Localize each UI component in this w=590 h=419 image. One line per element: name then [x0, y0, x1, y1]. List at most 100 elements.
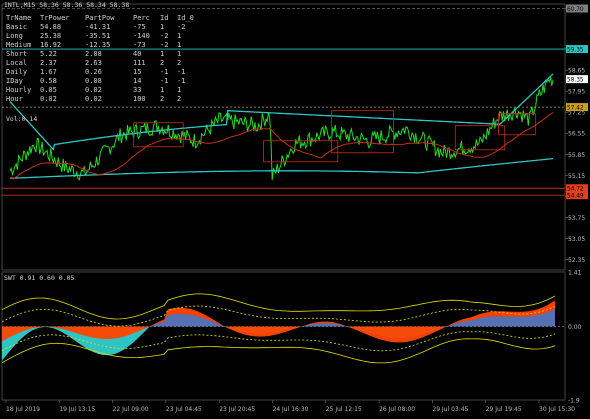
price-axis-label: 55.85	[568, 152, 585, 159]
table-cell: 5.22	[40, 50, 57, 58]
table-row: Medium 16.92 -12.35 -73 -2 1	[6, 41, 199, 50]
table-cell: 54.88	[40, 23, 62, 31]
table-cell: -2	[160, 41, 169, 49]
table-cell: 1	[177, 50, 182, 58]
price-axis-label: 58.65	[568, 68, 585, 75]
table-cell: 111	[133, 59, 146, 67]
table-cell: TrPower	[40, 14, 70, 22]
table-cell: 14	[133, 77, 142, 85]
table-cell: 16.92	[40, 41, 62, 49]
table-cell: -1	[177, 77, 186, 85]
table-cell: Long	[6, 32, 23, 40]
table-cell: 0.05	[40, 86, 57, 94]
table-cell: Id_0	[177, 14, 194, 22]
symbol-title: INTL,M15 58.36 58.36 58.34 58.38	[4, 1, 129, 9]
table-cell: 15	[133, 68, 142, 76]
table-cell: 1	[160, 23, 165, 31]
table-cell: 0.08	[85, 77, 102, 85]
table-cell: 0.26	[85, 68, 102, 76]
table-cell: 1.67	[40, 68, 57, 76]
price-axis-label: 55.15	[568, 173, 585, 180]
table-cell: Perc	[133, 14, 150, 22]
table-cell: Daily	[6, 68, 28, 76]
table-cell: 1	[177, 86, 182, 94]
table-row: Basic 54.88 -41.31 -75 1 -2	[6, 23, 199, 32]
table-cell: 0.02	[40, 95, 57, 103]
table-cell: -73	[133, 41, 146, 49]
table-row: Daily 1.67 0.26 15 -1 -1	[6, 68, 199, 77]
time-axis-label: 30 Jul 15:30	[539, 406, 575, 413]
table-cell: Medium	[6, 41, 32, 49]
table-cell: 0.02	[85, 86, 102, 94]
table-cell: -35.51	[85, 32, 111, 40]
table-cell: 2	[177, 59, 182, 67]
table-cell: Hourly	[6, 86, 32, 94]
table-cell: Hour	[6, 95, 23, 103]
time-axis-label: 23 Jul 04:45	[166, 406, 202, 413]
indicator-axis-label: 1.41	[568, 270, 582, 277]
indicator-axis-label: -1.9	[568, 398, 580, 405]
table-cell: 0.02	[85, 95, 102, 103]
table-cell: Short	[6, 50, 28, 58]
time-axis-label: 29 Jul 19:45	[486, 406, 522, 413]
price-tag-label: 60.70	[567, 7, 584, 13]
time-axis-label: 26 Jul 08:00	[379, 406, 415, 413]
band-upper	[1, 293, 556, 320]
table-cell: 2	[160, 95, 165, 103]
table-cell: -41.31	[85, 23, 111, 31]
trend-power-table: TrName TrPower PartPow Perc Id Id_0 Basic 54.88…	[6, 14, 199, 104]
price-tag-label: 57.42	[567, 105, 584, 111]
table-cell: TrName	[6, 14, 32, 22]
table-header: TrName TrPower PartPow Perc Id Id_0	[6, 14, 199, 23]
table-row: IDay 0.58 0.08 14 -1 -1	[6, 77, 199, 86]
table-cell: 1	[177, 32, 182, 40]
price-tag-label: 54.49	[567, 193, 584, 199]
price-tag-label: 59.35	[567, 47, 584, 53]
time-axis-label: 23 Jul 20:45	[219, 406, 255, 413]
indicator-title: SWT 0.91 0.60 0.05	[4, 274, 75, 282]
table-cell: 25.38	[40, 32, 62, 40]
table-cell: -1	[177, 68, 186, 76]
table-cell: 40	[133, 50, 142, 58]
time-axis-label: 24 Jul 16:30	[273, 406, 309, 413]
table-cell: 100	[133, 95, 146, 103]
table-cell: -2	[177, 23, 186, 31]
time-axis-label: 29 Jul 03:45	[432, 406, 468, 413]
price-axis-label: 52.35	[568, 257, 585, 264]
table-cell: 1	[160, 50, 165, 58]
table-cell: -140	[133, 32, 150, 40]
price-tag-label: 58.35	[567, 77, 584, 83]
table-cell: -1	[160, 77, 169, 85]
table-row: Hourly 0.05 0.02 33 1 1	[6, 86, 199, 95]
chart-window[interactable]: 60.7059.3558.6557.9557.2556.5555.8555.15…	[0, 0, 590, 419]
symbol-name: INTL,M15	[4, 1, 36, 9]
table-cell: -12.35	[85, 41, 111, 49]
time-axis-label: 22 Jul 09:00	[113, 406, 149, 413]
table-cell: 2.08	[85, 50, 102, 58]
table-cell: 1	[177, 41, 182, 49]
table-cell: 2	[177, 95, 182, 103]
table-cell: -2	[160, 32, 169, 40]
indicator-axis-label: 0.00	[568, 324, 582, 331]
table-cell: 2	[160, 59, 165, 67]
table-row: Short 5.22 2.08 40 1 1	[6, 50, 199, 59]
volume-label: Vol:0.14	[6, 115, 38, 123]
price-axis-label: 53.05	[568, 236, 585, 243]
table-cell: 1	[160, 86, 165, 94]
time-axis-label: 18 Jul 2019	[6, 406, 40, 413]
price-axis-label: 56.55	[568, 131, 585, 138]
price-axis-label: 53.75	[568, 215, 585, 222]
table-cell: 33	[133, 86, 142, 94]
table-row: Hour 0.02 0.02 100 2 2	[6, 95, 199, 104]
table-cell: PartPow	[85, 14, 115, 22]
price-axis-label: 57.95	[568, 89, 585, 96]
table-row: Long 25.38 -35.51 -140 -2 1	[6, 32, 199, 41]
table-cell: 2.37	[40, 59, 57, 67]
table-cell: 0.58	[40, 77, 57, 85]
table-cell: 2.63	[85, 59, 102, 67]
table-cell: Local	[6, 59, 28, 67]
table-row: Local 2.37 2.63 111 2 2	[6, 59, 199, 68]
table-cell: Basic	[6, 23, 28, 31]
time-axis-label: 25 Jul 12:15	[326, 406, 362, 413]
table-cell: Id	[160, 14, 169, 22]
